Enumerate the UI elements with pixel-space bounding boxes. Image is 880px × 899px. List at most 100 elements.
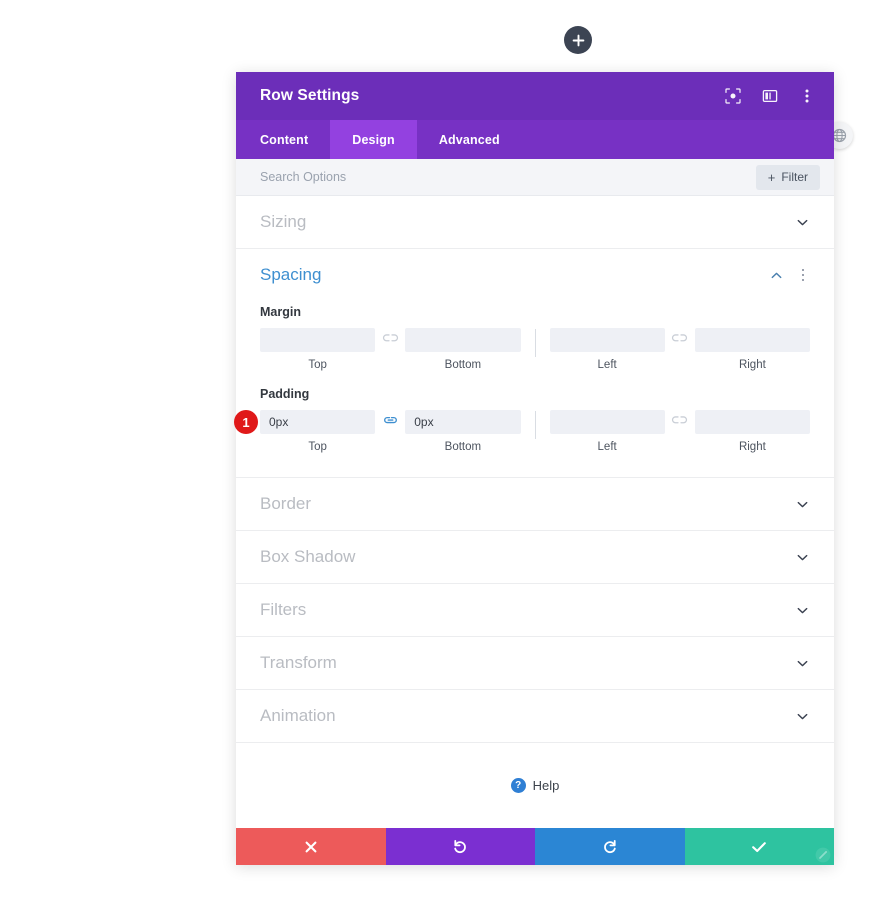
- padding-top-field: Top: [260, 410, 376, 453]
- layout-columns-icon[interactable]: [761, 87, 779, 105]
- margin-inputs-row: Top Bottom Left Right: [260, 328, 810, 371]
- kebab-menu-icon[interactable]: [798, 87, 816, 105]
- section-header-spacing[interactable]: Spacing: [260, 249, 810, 301]
- margin-top-field: Top: [260, 328, 376, 371]
- modal-footer: [236, 828, 834, 865]
- tab-content[interactable]: Content: [236, 120, 330, 159]
- padding-inputs-row: 1 Top: [234, 410, 810, 453]
- modal-body: Sizing Spacing Margin Top Bottom Left Ri…: [234, 196, 834, 828]
- padding-left-right-pair: Left Right: [549, 410, 810, 453]
- filter-button[interactable]: + Filter: [755, 164, 820, 190]
- padding-right-input[interactable]: [694, 410, 810, 434]
- chevron-down-icon[interactable]: [794, 549, 810, 565]
- padding-label: Padding: [260, 387, 310, 401]
- plus-icon: +: [767, 169, 776, 185]
- row-settings-modal: Row Settings Content Design Advanced Sea…: [234, 72, 834, 865]
- help-question-icon[interactable]: ?: [510, 778, 526, 793]
- section-title-filters: Filters: [260, 600, 307, 619]
- chevron-down-icon[interactable]: [794, 655, 810, 671]
- margin-bottom-field: Bottom: [405, 328, 521, 371]
- padding-right-sublabel: Right: [738, 441, 766, 453]
- undo-button[interactable]: [385, 828, 535, 865]
- chevron-down-icon[interactable]: [794, 602, 810, 618]
- margin-field-group: Margin Top Bottom Left Right: [260, 305, 810, 371]
- tab-bar: Content Design Advanced: [236, 120, 834, 159]
- padding-top-bottom-pair: Top: [260, 410, 521, 453]
- save-button[interactable]: [684, 828, 834, 865]
- section-title-sizing: Sizing: [260, 212, 307, 231]
- redo-arrow-icon: [603, 839, 616, 853]
- screen-canvas: Row Settings Content Design Advanced Sea…: [0, 0, 880, 899]
- section-sizing: Sizing: [236, 196, 834, 249]
- resize-handle[interactable]: [813, 845, 833, 865]
- padding-bottom-sublabel: Bottom: [444, 441, 482, 453]
- search-bar: + Filter: [236, 159, 834, 196]
- chevron-down-icon[interactable]: [794, 496, 810, 512]
- margin-left-input[interactable]: [549, 328, 665, 352]
- check-icon: [752, 841, 767, 852]
- margin-right-input[interactable]: [694, 328, 810, 352]
- margin-right-sublabel: Right: [738, 359, 766, 371]
- padding-divider: [534, 411, 536, 439]
- padding-bottom-field: Bottom: [405, 410, 521, 453]
- padding-left-input[interactable]: [549, 410, 665, 434]
- search-input[interactable]: [260, 170, 756, 184]
- section-filters: Filters: [236, 584, 834, 637]
- padding-left-right-link-icon[interactable]: [665, 413, 695, 427]
- padding-field-group: Padding 1 Top: [234, 387, 810, 453]
- margin-bottom-input[interactable]: [405, 328, 521, 352]
- margin-left-right-link-icon[interactable]: [665, 331, 695, 345]
- close-x-icon: [305, 841, 317, 852]
- chevron-down-icon[interactable]: [794, 708, 810, 724]
- section-box-shadow: Box Shadow: [236, 531, 834, 584]
- section-title-transform: Transform: [260, 653, 337, 672]
- section-header-transform[interactable]: Transform: [260, 637, 810, 689]
- section-title-box-shadow: Box Shadow: [260, 547, 356, 566]
- margin-top-bottom-pair: Top Bottom: [260, 328, 521, 371]
- margin-left-field: Left: [549, 328, 665, 371]
- margin-top-sublabel: Top: [308, 359, 327, 371]
- add-row-button[interactable]: [564, 26, 592, 54]
- section-header-box-shadow[interactable]: Box Shadow: [260, 531, 810, 583]
- section-header-border[interactable]: Border: [260, 478, 810, 530]
- section-spacing: Spacing Margin Top Bottom Left Right Pad…: [234, 249, 834, 478]
- section-header-filters[interactable]: Filters: [260, 584, 810, 636]
- step-badge-1: 1: [234, 410, 258, 434]
- padding-top-bottom-link-icon[interactable]: [375, 413, 405, 427]
- margin-bottom-sublabel: Bottom: [444, 359, 482, 371]
- section-header-sizing[interactable]: Sizing: [260, 196, 810, 248]
- globe-icon: [832, 128, 847, 143]
- undo-arrow-icon: [454, 839, 467, 853]
- cancel-button[interactable]: [236, 828, 386, 865]
- resize-diagonal-icon: [815, 847, 831, 863]
- chevron-up-icon[interactable]: [768, 267, 784, 283]
- section-transform: Transform: [236, 637, 834, 690]
- tab-advanced[interactable]: Advanced: [417, 120, 522, 159]
- margin-top-input[interactable]: [260, 328, 376, 352]
- margin-left-right-pair: Left Right: [549, 328, 810, 371]
- redo-button[interactable]: [535, 828, 685, 865]
- tab-design[interactable]: Design: [330, 120, 417, 159]
- section-options-kebab-icon[interactable]: [796, 267, 810, 283]
- help-area: ? Help: [236, 743, 834, 828]
- section-animation: Animation: [236, 690, 834, 743]
- padding-bottom-input[interactable]: [405, 410, 521, 434]
- margin-left-sublabel: Left: [597, 359, 617, 371]
- section-title-border: Border: [260, 494, 312, 513]
- margin-top-bottom-link-icon[interactable]: [375, 331, 405, 345]
- spacing-content: Margin Top Bottom Left Right Padding 1 0…: [234, 305, 810, 477]
- plus-icon: [572, 34, 584, 46]
- help-link[interactable]: Help: [533, 778, 560, 793]
- padding-top-input[interactable]: [260, 410, 376, 434]
- section-title-spacing: Spacing: [260, 265, 322, 284]
- padding-left-field: Left: [549, 410, 665, 453]
- header-icon-group: [724, 87, 816, 105]
- padding-top-sublabel: Top: [308, 441, 327, 453]
- page-title: Row Settings: [260, 87, 360, 104]
- focus-icon[interactable]: [724, 87, 742, 105]
- filter-button-label: Filter: [781, 170, 808, 184]
- padding-right-field: Right: [694, 410, 810, 453]
- section-header-animation[interactable]: Animation: [260, 690, 810, 742]
- modal-header: Row Settings: [236, 72, 834, 120]
- chevron-down-icon[interactable]: [794, 214, 810, 230]
